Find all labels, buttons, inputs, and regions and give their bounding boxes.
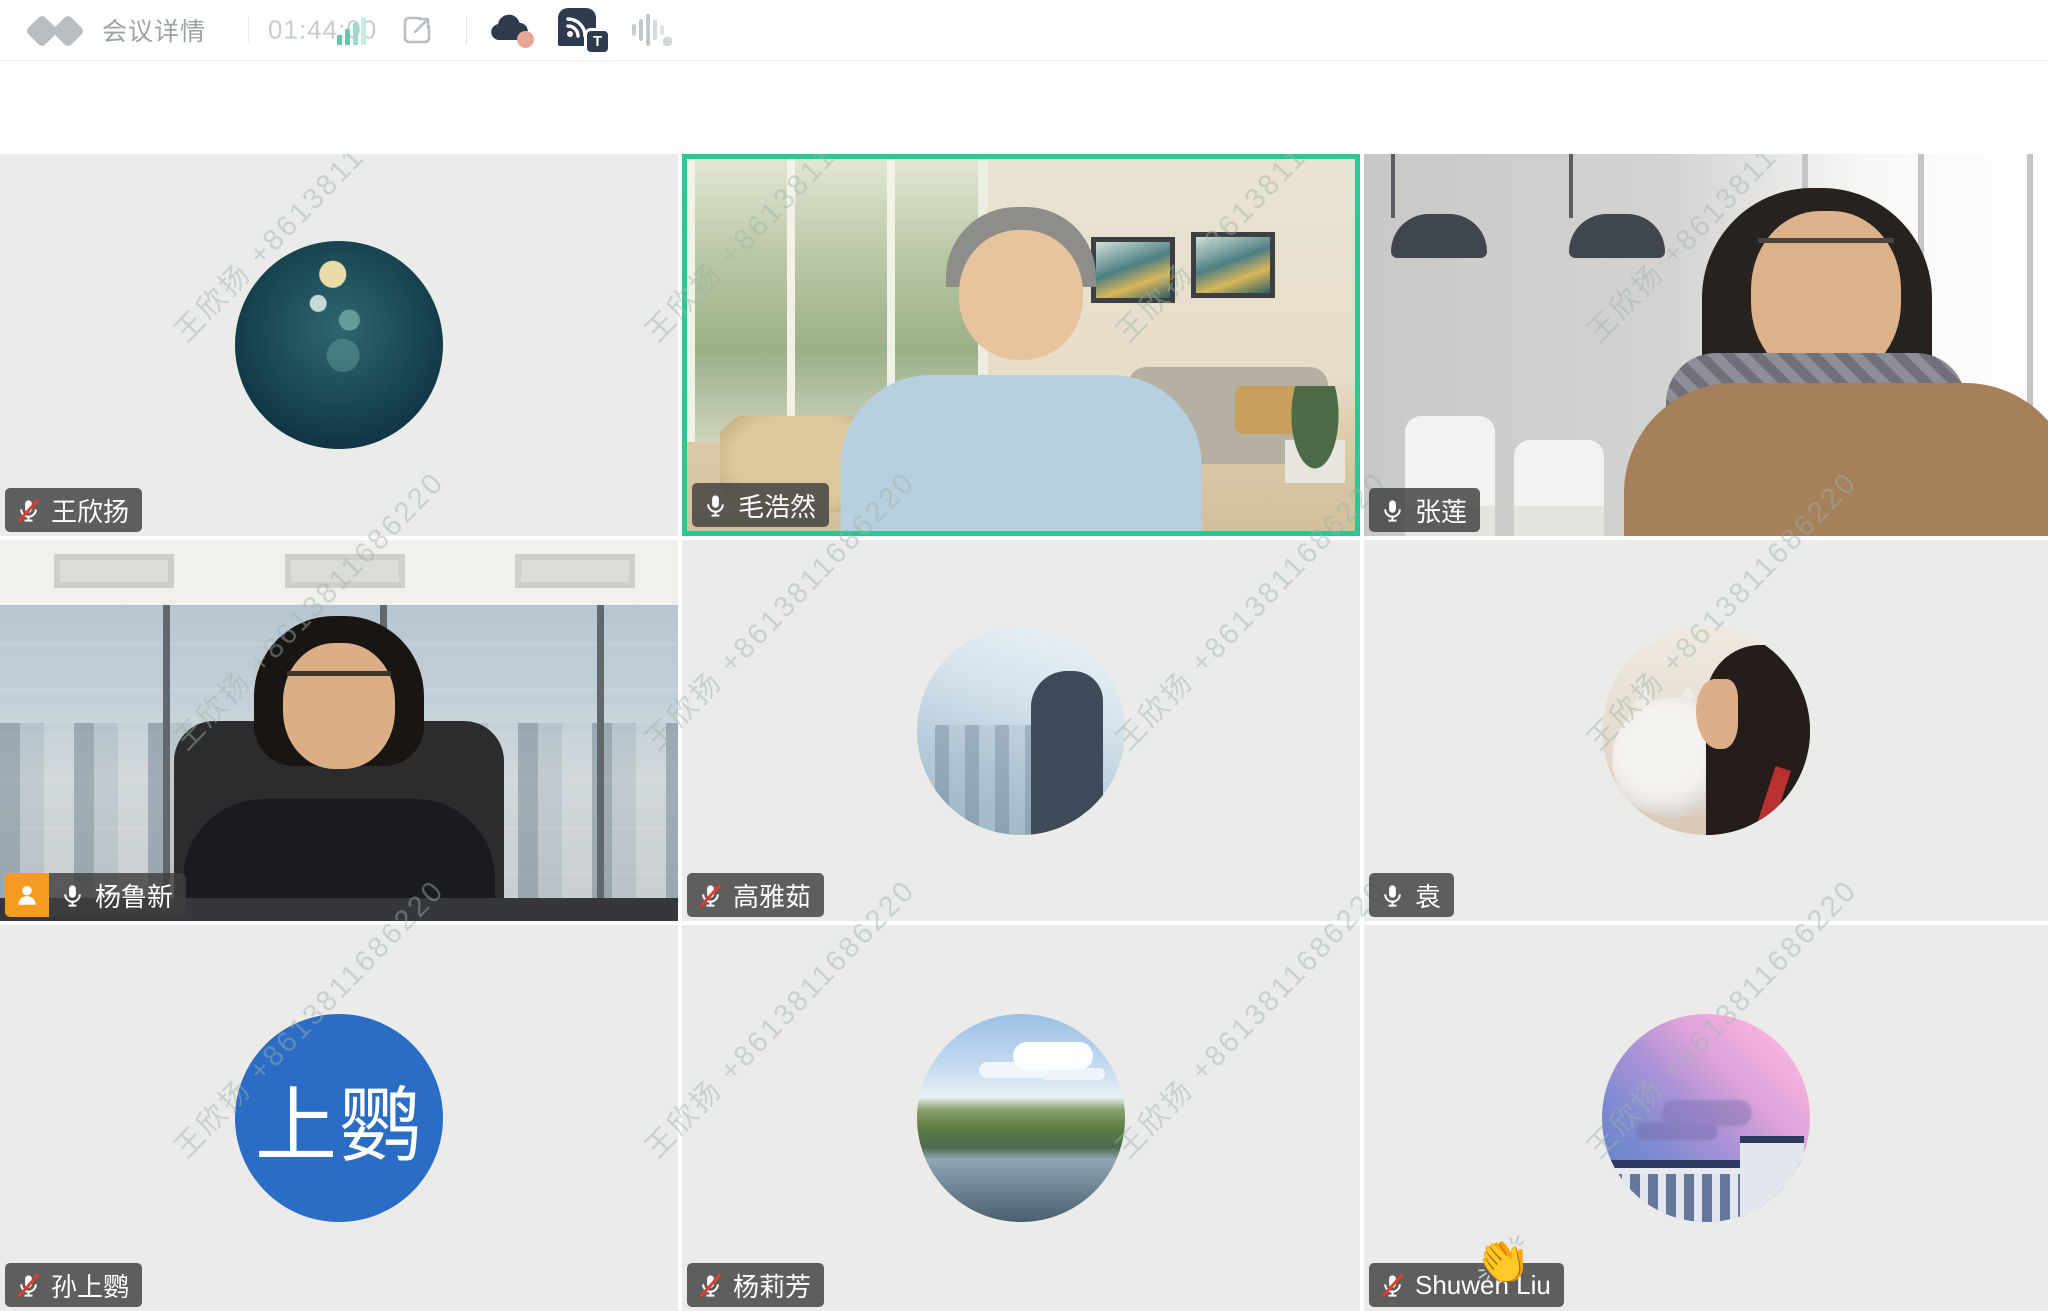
clap-reaction-emoji: 👏 (1474, 1237, 1531, 1283)
mic-on-icon (1379, 882, 1406, 909)
recording-status-dot (517, 31, 534, 48)
avatar: 上鹦 (235, 1014, 443, 1222)
meeting-app-logo-icon (30, 12, 92, 48)
mic-muted-icon (1379, 1272, 1406, 1299)
mic-on-icon (59, 882, 86, 909)
name-tag: 毛浩然 (692, 483, 829, 527)
avatar (917, 627, 1125, 835)
avatar (1602, 1014, 1810, 1222)
participant-name: 高雅茹 (733, 877, 811, 914)
meeting-details-button[interactable]: 会议详情 (102, 12, 206, 48)
avatar (917, 1014, 1125, 1222)
video-feed (0, 540, 678, 921)
participant-name: 袁 (1415, 877, 1441, 914)
audio-activity-icon[interactable] (632, 12, 672, 48)
mic-muted-icon (15, 1272, 42, 1299)
participant-name: 毛浩然 (738, 487, 816, 524)
mic-on-icon (702, 492, 729, 519)
participant-tile-maohaoran[interactable]: 毛浩然 (682, 154, 1360, 536)
name-tag: 张莲 (1369, 488, 1480, 532)
participant-name: 孙上鹦 (51, 1267, 129, 1304)
video-grid: 王欣扬 毛浩然 (0, 154, 2048, 1304)
name-tag: 杨莉芳 (687, 1263, 824, 1307)
mic-muted-icon (697, 882, 724, 909)
participant-tile-yangluxin[interactable]: 杨鲁新 (0, 540, 678, 921)
name-tag: 袁 (1369, 873, 1454, 917)
video-feed (1364, 154, 2048, 536)
host-badge-icon (5, 873, 49, 917)
t-badge: T (584, 28, 611, 55)
participant-tile-zhanglian[interactable]: 张莲 (1364, 154, 2048, 536)
participant-tile-sunshangying[interactable]: 上鹦 孙上鹦 (0, 925, 678, 1311)
avatar (235, 241, 443, 449)
participant-tile-yuan[interactable]: 袁 (1364, 540, 2048, 921)
participant-tile-wangxinyang[interactable]: 王欣扬 (0, 154, 678, 536)
share-screen-icon[interactable] (400, 13, 434, 47)
video-feed (687, 159, 1355, 531)
participant-name: 杨鲁新 (95, 877, 173, 914)
audio-dot (663, 37, 672, 46)
participant-name: 王欣扬 (51, 492, 129, 529)
mic-on-icon (1379, 497, 1406, 524)
name-tag: Shuwen Liu (1369, 1263, 1564, 1307)
participant-name: 杨莉芳 (733, 1267, 811, 1304)
live-transcription-icon[interactable]: T (558, 6, 614, 54)
name-tag: 王欣扬 (5, 488, 142, 532)
participant-tile-gaoyaru[interactable]: 高雅茹 (682, 540, 1360, 921)
name-tag: 高雅茹 (687, 873, 824, 917)
participant-tile-shuwenliu[interactable]: Shuwen Liu 👏 (1364, 925, 2048, 1311)
avatar-initials: 上鹦 (255, 1059, 423, 1178)
toolbar-divider (466, 15, 467, 45)
participant-tile-yanglifang[interactable]: 杨莉芳 (682, 925, 1360, 1311)
participant-name: 张莲 (1415, 492, 1467, 529)
network-signal-icon[interactable] (337, 15, 371, 45)
avatar (1602, 627, 1810, 835)
meeting-toolbar: 会议详情 01:44:00 T (0, 0, 2048, 61)
name-tag: 孙上鹦 (5, 1263, 142, 1307)
mic-muted-icon (15, 497, 42, 524)
name-tag: 杨鲁新 (49, 873, 186, 917)
mic-muted-icon (697, 1272, 724, 1299)
cloud-recording-icon[interactable] (488, 12, 534, 48)
toolbar-divider (248, 17, 249, 43)
